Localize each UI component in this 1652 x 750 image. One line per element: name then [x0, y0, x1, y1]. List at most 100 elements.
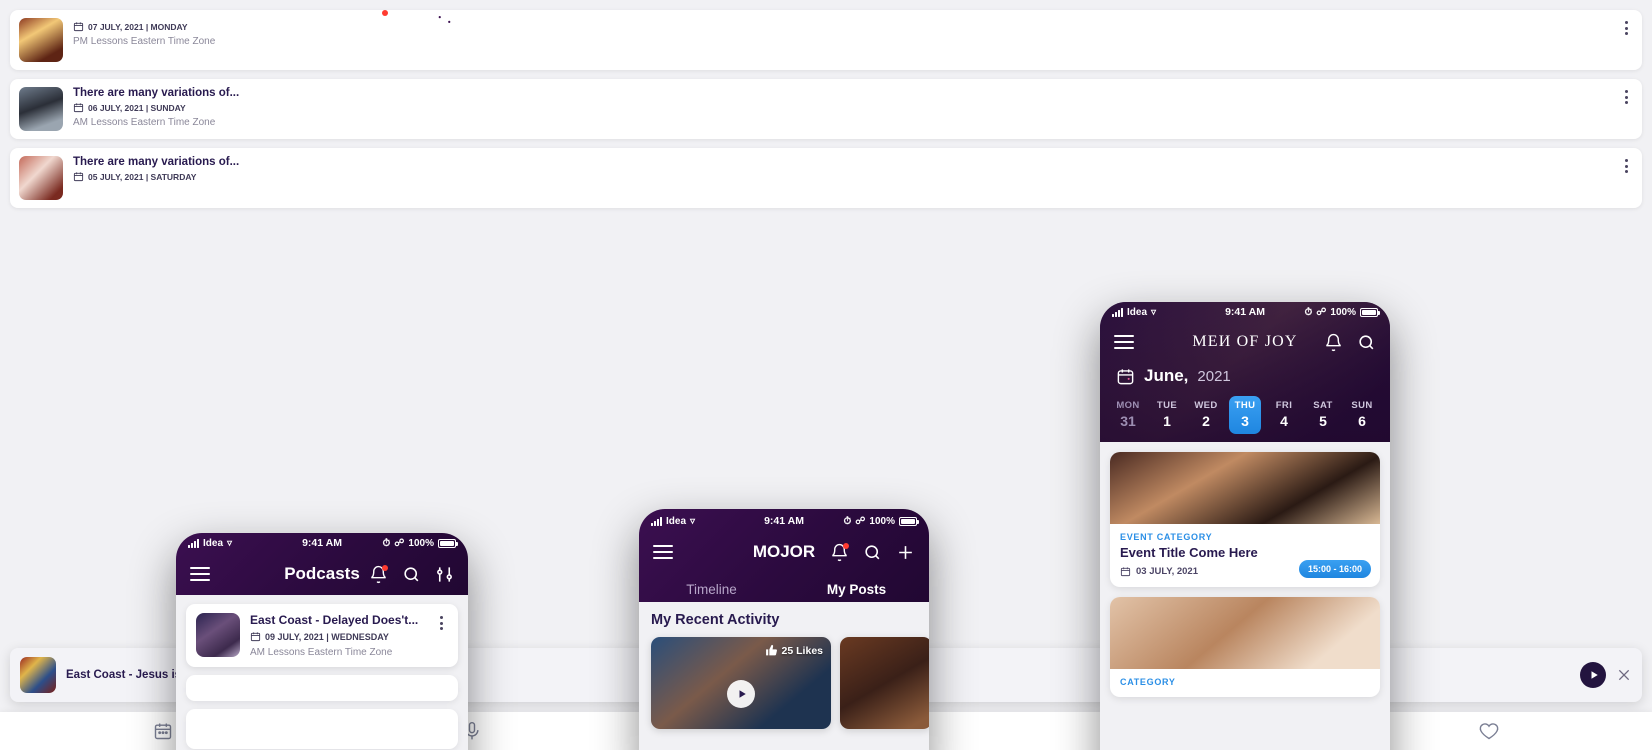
- alarm-icon: ⏱: [1304, 306, 1313, 318]
- day-number: 4: [1280, 413, 1288, 429]
- search-icon[interactable]: [402, 10, 421, 29]
- likes-badge: 25 Likes: [765, 644, 823, 657]
- day-name: SUN: [1351, 400, 1373, 411]
- day-cell[interactable]: FRI 4: [1268, 396, 1300, 434]
- day-cell[interactable]: SAT 5: [1307, 396, 1339, 434]
- activity-card[interactable]: 25 Likes: [651, 637, 831, 729]
- bluetooth-icon: ☍: [394, 537, 405, 549]
- event-title: Event Title Come Here: [1120, 545, 1258, 560]
- activity-card[interactable]: [840, 637, 929, 729]
- statusbar-right: ⏱ ☍ 100%: [843, 515, 919, 527]
- filter-icon[interactable]: [435, 565, 454, 584]
- bell-icon[interactable]: [1324, 333, 1343, 352]
- event-time-badge: 15:00 - 16:00: [1298, 560, 1371, 578]
- bell-icon[interactable]: [369, 564, 388, 584]
- event-date: 03 JULY, 2021: [1136, 566, 1198, 577]
- event-dots-cell: [1151, 434, 1183, 442]
- podcast-date-row: 06 JULY, 2021 | SUNDAY: [73, 102, 1609, 113]
- play-icon[interactable]: [727, 680, 755, 709]
- calendar-icon: [73, 171, 84, 182]
- search-icon[interactable]: [402, 565, 421, 584]
- list-item[interactable]: 07 JULY, 2021 | MONDAY PM Lessons Easter…: [10, 10, 1642, 70]
- podcast-title: East Coast - Delayed Does't...: [250, 613, 419, 627]
- podcast-text: There are many variations of... 05 JULY,…: [73, 156, 1609, 182]
- day-number: 31: [1120, 413, 1136, 429]
- day-cell[interactable]: MON 31: [1112, 396, 1144, 434]
- notification-badge: [843, 542, 849, 549]
- bluetooth-icon: ☍: [855, 515, 866, 527]
- hamburger-icon[interactable]: [190, 12, 210, 26]
- list-item[interactable]: There are many variations of... 05 JULY,…: [10, 148, 1642, 208]
- battery-percent: 100%: [1330, 306, 1356, 318]
- hamburger-icon[interactable]: [653, 545, 673, 559]
- day-name: TUE: [1156, 400, 1178, 411]
- day-number: 3: [1241, 413, 1249, 429]
- tab-timeline[interactable]: Timeline: [639, 573, 784, 605]
- podcast-thumbnail: [19, 87, 63, 131]
- podcast-text: East Coast - Delayed Does't... 09 JULY, …: [250, 613, 424, 658]
- mojor-appbar: MOJOR: [639, 531, 929, 573]
- calendar-phone: Idea ▿ 9:41 AM ⏱ ☍ 100% MEИ OF JOY June,…: [1100, 302, 1390, 750]
- event-dots-cell: [1229, 434, 1261, 442]
- event-category: EVENT CATEGORY: [1120, 532, 1213, 542]
- podcast-text: There are many variations of... 06 JULY,…: [73, 87, 1609, 128]
- day-name: WED: [1194, 400, 1218, 411]
- list-item-placeholder: [186, 709, 458, 749]
- appbar-actions: [369, 564, 454, 584]
- podcasts-phone: Idea ▿ 9:41 AM ⏱ ☍ 100% Podcasts East Co…: [176, 533, 468, 750]
- day-name: MON: [1116, 400, 1140, 411]
- event-dots-cell: [1268, 434, 1300, 442]
- hamburger-icon[interactable]: [1114, 335, 1134, 349]
- day-cell[interactable]: WED 2: [1190, 396, 1222, 434]
- plus-icon[interactable]: [896, 543, 915, 562]
- month-selector[interactable]: June, 2021: [1100, 362, 1390, 396]
- mojor-statusbar: Idea ▿ 9:41 AM ⏱ ☍ 100%: [639, 511, 929, 531]
- event-body: EVENT CATEGORY Event Title Come Here 03 …: [1110, 524, 1380, 587]
- day-cell[interactable]: TUE 1: [1151, 396, 1183, 434]
- calendar-appbar: MEИ OF JOY: [1100, 322, 1390, 362]
- podcast-subtitle: AM Lessons Eastern Time Zone: [73, 117, 216, 128]
- list-item[interactable]: East Coast - Delayed Does't... 09 JULY, …: [186, 604, 458, 667]
- search-icon[interactable]: [1357, 333, 1376, 352]
- event-dots-cell: [1190, 434, 1222, 442]
- likes-count: 25 Likes: [781, 644, 823, 657]
- battery-percent: 100%: [408, 537, 434, 549]
- bell-icon[interactable]: [830, 542, 849, 562]
- day-number: 6: [1358, 413, 1366, 429]
- search-icon[interactable]: [863, 543, 882, 562]
- hamburger-icon[interactable]: [190, 567, 210, 581]
- event-dots-cell: [1112, 434, 1144, 442]
- calendar-header-content: Idea ▿ 9:41 AM ⏱ ☍ 100% MEИ OF JOY June,…: [1100, 302, 1390, 442]
- podcasts-content: East Coast - Delayed Does't... 09 JULY, …: [176, 595, 468, 750]
- podcasts-statusbar: Idea ▿ 9:41 AM ⏱ ☍ 100%: [176, 533, 468, 553]
- podcast-subtitle: PM Lessons Eastern Time Zone: [73, 36, 216, 47]
- tab-my-posts[interactable]: My Posts: [784, 573, 929, 605]
- podcast-thumbnail: [196, 613, 240, 657]
- filter-icon[interactable]: [435, 10, 454, 29]
- day-cell-selected[interactable]: THU 3: [1229, 396, 1261, 434]
- mojor-tabs: Timeline My Posts: [639, 573, 929, 607]
- bell-icon[interactable]: [369, 9, 388, 29]
- calendar-icon: [73, 102, 84, 113]
- day-name: THU: [1234, 400, 1256, 411]
- statusbar-right: ⏱ ☍ 100%: [382, 537, 458, 549]
- calendar-header: Idea ▿ 9:41 AM ⏱ ☍ 100% MEИ OF JOY June,…: [1100, 302, 1390, 442]
- day-cell[interactable]: SUN 6: [1346, 396, 1378, 434]
- more-options-icon[interactable]: [434, 613, 448, 630]
- mojor-content: My Recent Activity 25 Likes: [639, 602, 929, 750]
- event-card[interactable]: CATEGORY: [1110, 597, 1380, 697]
- podcast-text: 07 JULY, 2021 | MONDAY PM Lessons Easter…: [73, 18, 1609, 48]
- podcast-subtitle: AM Lessons Eastern Time Zone: [250, 647, 393, 658]
- battery-icon: [1360, 307, 1380, 317]
- podcast-date: 06 JULY, 2021 | SUNDAY: [88, 102, 186, 113]
- appbar-actions: [369, 9, 454, 29]
- week-strip: MON 31 TUE 1 WED 2 THU 3 FRI 4 SAT 5 SUN…: [1100, 396, 1390, 434]
- event-card[interactable]: EVENT CATEGORY Event Title Come Here 03 …: [1110, 452, 1380, 587]
- mojor-screen: Idea ▿ 9:41 AM ⏱ ☍ 100% MOJOR Timeline M…: [639, 509, 929, 750]
- event-category: CATEGORY: [1120, 677, 1176, 687]
- day-number: 5: [1319, 413, 1327, 429]
- list-item[interactable]: There are many variations of... 06 JULY,…: [10, 79, 1642, 139]
- event-body: CATEGORY: [1110, 669, 1380, 697]
- podcasts-appbar: Podcasts: [176, 553, 468, 595]
- podcast-thumbnail: [19, 18, 63, 62]
